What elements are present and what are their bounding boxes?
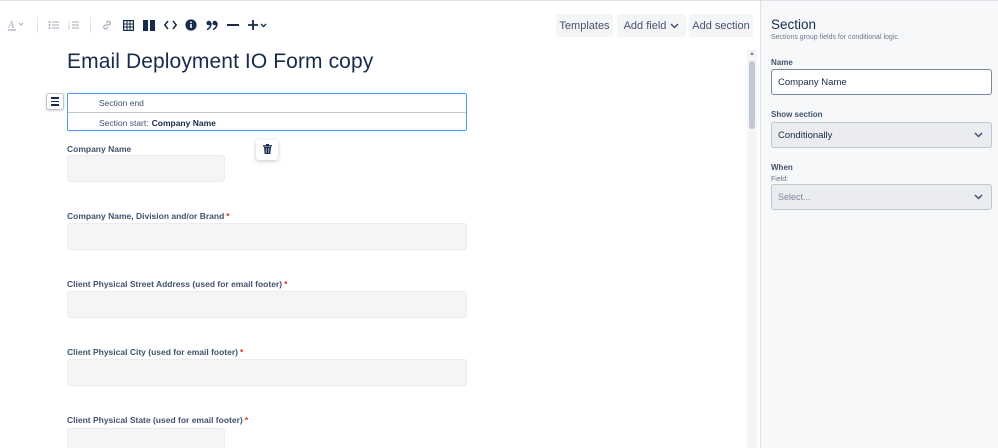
section-block[interactable]: Section end Section start: Company Name [67,93,467,131]
add-section-button-label: Add section [692,19,750,32]
field-sub-label: Field: [771,176,789,183]
field-label-text: Client Physical Street Address (used for… [67,279,283,289]
svg-text:3: 3 [68,27,70,31]
page-title[interactable]: Email Deployment IO Form copy [67,50,373,74]
section-name-input[interactable]: Company Name [771,69,992,95]
editor-toolbar: A 123 Templates Add field Add section [0,11,760,39]
svg-text:A: A [7,20,15,31]
state-input[interactable] [67,428,225,448]
link-icon[interactable] [99,15,115,35]
company-division-brand-input[interactable] [67,223,467,250]
field-label-company-division-brand: Company Name, Division and/or Brand * [67,211,230,221]
add-section-button[interactable]: Add section [689,14,753,37]
add-field-button[interactable]: Add field [617,14,686,37]
section-start-label: Section start: [99,117,149,128]
section-start-row[interactable]: Section start: Company Name [68,113,466,132]
company-name-input[interactable] [67,155,225,182]
divider-icon[interactable] [225,15,241,35]
panel-subtitle: Sections group fields for conditional lo… [771,34,900,41]
field-label-street-address: Client Physical Street Address (used for… [67,279,287,289]
section-end-row[interactable]: Section end [68,94,466,113]
section-end-label: Section end [99,98,144,108]
add-field-button-label: Add field [623,19,667,32]
field-label-text: Company Name [67,144,132,154]
form-editor: A 123 Templates Add field Add section Em… [0,1,760,448]
text-color-icon[interactable]: A [6,15,26,35]
templates-button[interactable]: Templates [556,14,613,37]
when-label: When [771,163,793,172]
quote-icon[interactable] [204,15,220,35]
name-label: Name [771,58,793,67]
field-label-city: Client Physical City (used for email foo… [67,347,243,357]
section-settings-panel: Section Sections group fields for condit… [760,1,998,448]
condition-field-select[interactable]: Select... [771,184,992,210]
layout-columns-icon[interactable] [141,15,157,35]
required-marker: * [244,415,249,425]
table-icon[interactable] [120,15,136,35]
street-address-input[interactable] [67,291,467,318]
required-marker: * [239,347,244,357]
code-icon[interactable] [162,15,178,35]
info-icon[interactable] [183,15,199,35]
trash-icon [262,143,272,157]
required-marker: * [284,279,288,289]
drag-handle-icon[interactable] [46,93,64,110]
bullet-list-icon[interactable] [46,15,62,35]
toolbar-separator [90,17,91,33]
toolbar-separator [37,17,38,33]
numbered-list-icon[interactable]: 123 [66,15,82,35]
required-marker: * [226,211,230,221]
section-start-name: Company Name [151,117,216,128]
show-section-select[interactable]: Conditionally [771,122,992,148]
editor-scrollbar[interactable]: ▲ [747,49,757,448]
field-label-text: Client Physical State (used for email fo… [67,415,243,425]
scroll-up-arrow-icon[interactable]: ▲ [749,51,755,57]
panel-title: Section [771,17,817,32]
scroll-thumb[interactable] [749,61,755,129]
field-label-state: Client Physical State (used for email fo… [67,415,248,425]
condition-field-placeholder: Select... [778,192,811,202]
chevron-down-icon [670,20,679,32]
delete-section-button[interactable] [256,140,278,160]
chevron-down-icon [974,130,983,140]
section-name-value: Company Name [778,76,847,88]
city-input[interactable] [67,359,467,386]
templates-button-label: Templates [559,19,610,32]
plus-icon[interactable] [247,15,269,35]
show-section-value: Conditionally [778,129,833,141]
show-section-label: Show section [771,110,823,119]
chevron-down-icon [974,192,983,202]
field-label-text: Client Physical City (used for email foo… [67,347,238,357]
field-label-text: Company Name, Division and/or Brand [67,211,225,221]
field-label-company-name: Company Name [67,144,131,154]
